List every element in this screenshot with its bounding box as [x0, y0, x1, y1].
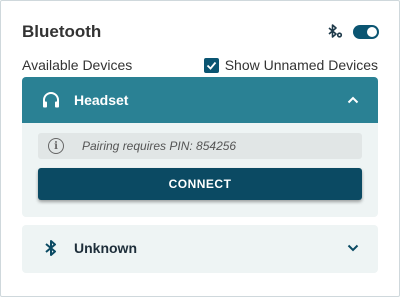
show-unnamed-label: Show Unnamed Devices	[224, 57, 378, 73]
toggle-knob	[367, 27, 377, 37]
bluetooth-toggle[interactable]	[353, 25, 379, 39]
info-icon: i	[48, 138, 64, 154]
page-title: Bluetooth	[22, 22, 102, 41]
device-list-header: Available Devices Show Unnamed Devices	[22, 56, 378, 74]
connect-button[interactable]: CONNECT	[38, 168, 362, 200]
pairing-info-box: i Pairing requires PIN: 854256	[38, 133, 362, 159]
available-devices-label: Available Devices	[22, 57, 133, 73]
bluetooth-settings-icon[interactable]	[326, 23, 344, 41]
show-unnamed-checkbox[interactable]	[203, 57, 219, 73]
device-name: Headset	[74, 92, 129, 108]
bluetooth-panel: Bluetooth Available Devices Show Unnamed…	[0, 0, 400, 297]
chevron-down-icon[interactable]	[346, 241, 360, 255]
device-card-unknown: Unknown	[22, 225, 378, 273]
device-name: Unknown	[74, 240, 137, 256]
device-card-headset: Headset i Pairing requires PIN: 854256 C…	[22, 77, 378, 217]
headphones-icon	[40, 89, 62, 111]
bluetooth-icon	[40, 237, 62, 259]
panel-header: Bluetooth	[22, 19, 379, 45]
device-header-headset[interactable]: Headset	[22, 77, 378, 123]
pairing-info-text: Pairing requires PIN: 854256	[82, 139, 237, 153]
show-unnamed-option[interactable]: Show Unnamed Devices	[203, 57, 378, 73]
chevron-up-icon[interactable]	[346, 93, 360, 107]
header-controls	[326, 23, 379, 41]
device-header-unknown[interactable]: Unknown	[22, 225, 378, 271]
